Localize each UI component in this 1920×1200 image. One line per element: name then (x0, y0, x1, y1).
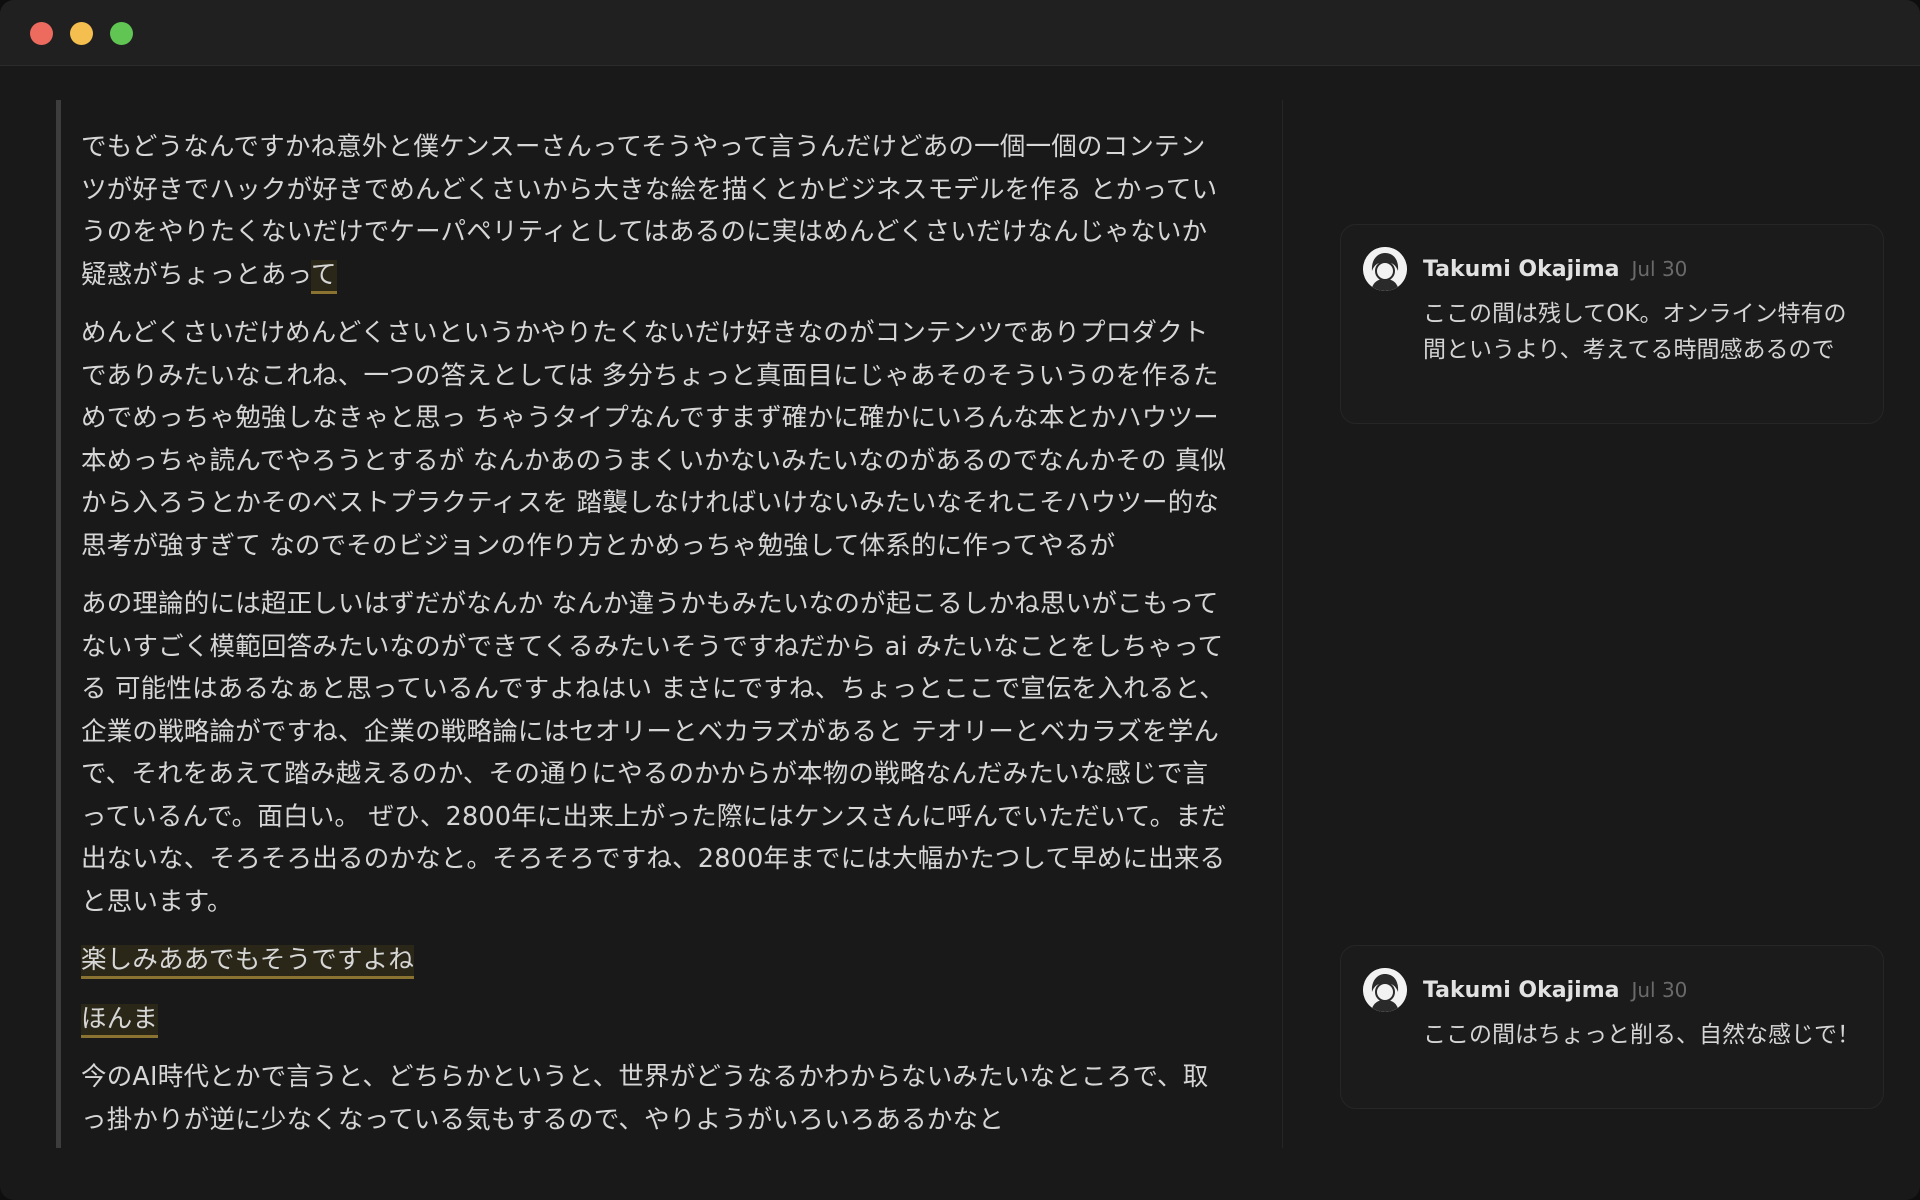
app-window: でもどうなんですかね意外と僕ケンスーさんってそうやって言うんだけどあの一個一個の… (0, 0, 1920, 1200)
avatar (1363, 247, 1407, 291)
comment-header: Takumi Okajima Jul 30 (1363, 247, 1861, 291)
transcript-paragraph[interactable]: ほんま (81, 998, 1226, 1041)
comment-card[interactable]: Takumi Okajima Jul 30 ここの間は残してOK。オンライン特有… (1340, 224, 1884, 424)
paragraph-text: でもどうなんですかね意外と僕ケンスーさんってそうやって言うんだけどあの一個一個の… (81, 132, 1218, 290)
comment-text: ここの間はちょっと削る、自然な感じで！ (1423, 1022, 1860, 1048)
comment-author: Takumi Okajima (1423, 256, 1620, 282)
comment-text: ここの間は残してOK。オンライン特有の間というより、考えてる時間感あるので (1423, 301, 1847, 363)
comment-card[interactable]: Takumi Okajima Jul 30 ここの間はちょっと削る、自然な感じで… (1340, 945, 1884, 1109)
commented-text-highlight[interactable]: 楽しみああでもそうですよね (81, 945, 415, 979)
commented-text-highlight[interactable]: ほんま (81, 1003, 159, 1038)
close-window-button[interactable] (30, 22, 53, 45)
comment-author: Takumi Okajima (1423, 977, 1620, 1003)
paragraph-text: 今のAI時代とかで言うと、どちらかというと、世界がどうなるかわからないみたいなと… (81, 1062, 1209, 1135)
title-bar (0, 0, 1920, 66)
editor-content: でもどうなんですかね意外と僕ケンスーさんってそうやって言うんだけどあの一個一個の… (61, 100, 1226, 1141)
transcript-paragraph[interactable]: あの理論的には超正しいはずだがなんか なんか違うかもみたいなのが起こるしかね思い… (81, 583, 1226, 923)
transcript-paragraph[interactable]: 楽しみああでもそうですよね (81, 939, 1226, 982)
maximize-window-button[interactable] (110, 22, 133, 45)
paragraph-text: あの理論的には超正しいはずだがなんか なんか違うかもみたいなのが起こるしかね思い… (81, 589, 1226, 917)
transcript-paragraph[interactable]: めんどくさいだけめんどくさいというかやりたくないだけ好きなのがコンテンツでありプ… (81, 312, 1226, 567)
paragraph-text: めんどくさいだけめんどくさいというかやりたくないだけ好きなのがコンテンツでありプ… (81, 318, 1226, 561)
minimize-window-button[interactable] (70, 22, 93, 45)
transcript-paragraph[interactable]: でもどうなんですかね意外と僕ケンスーさんってそうやって言うんだけどあの一個一個の… (81, 126, 1226, 296)
transcript-paragraph[interactable]: 今のAI時代とかで言うと、どちらかというと、世界がどうなるかわからないみたいなと… (81, 1056, 1226, 1141)
comments-divider (1282, 100, 1283, 1148)
comment-header: Takumi Okajima Jul 30 (1363, 968, 1861, 1012)
commented-text-highlight[interactable]: て (311, 259, 337, 294)
avatar (1363, 968, 1407, 1012)
user-avatar-icon (1363, 968, 1407, 1012)
comment-date: Jul 30 (1631, 978, 1688, 1002)
transcript-editor[interactable]: でもどうなんですかね意外と僕ケンスーさんってそうやって言うんだけどあの一個一個の… (56, 100, 1226, 1148)
user-avatar-icon (1363, 247, 1407, 291)
comment-date: Jul 30 (1631, 257, 1688, 281)
